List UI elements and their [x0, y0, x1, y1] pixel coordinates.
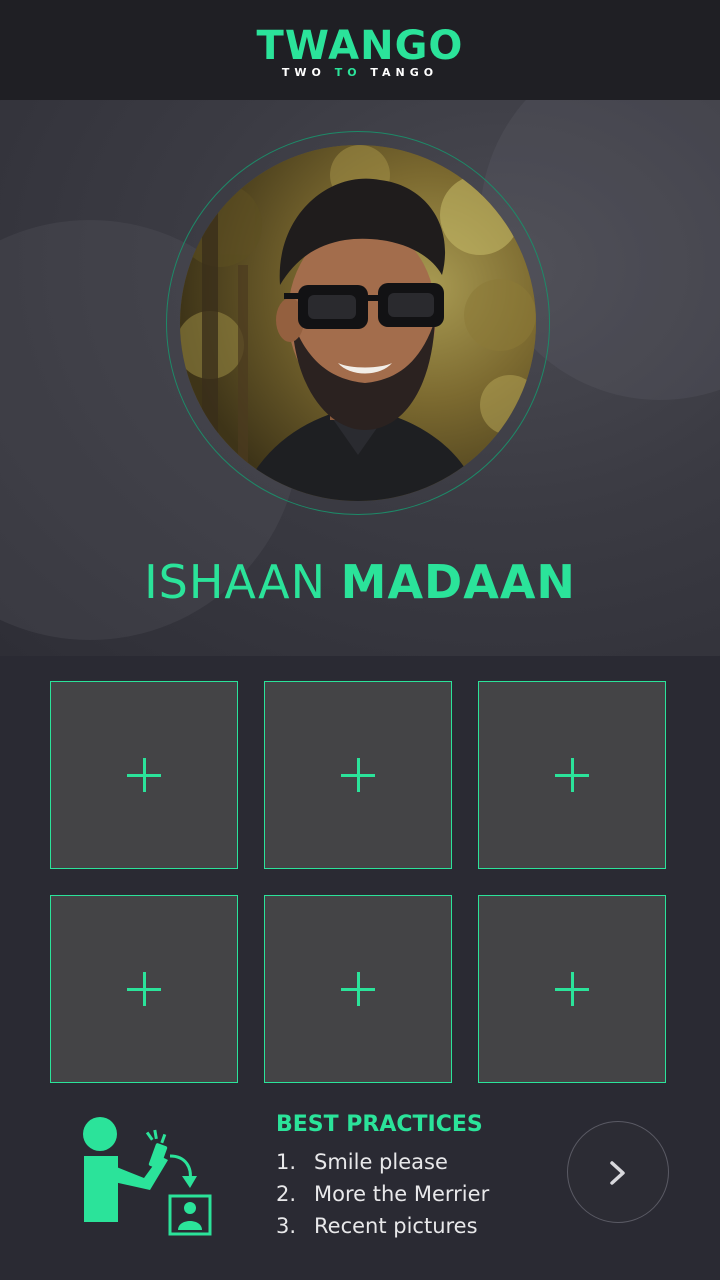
add-photo-slot-4[interactable] [50, 895, 238, 1083]
list-item-number: 1. [276, 1150, 297, 1174]
logo-tagline-mid: TO [334, 66, 362, 79]
logo-tagline-left: TWO [281, 66, 326, 79]
selfie-upload-illustration-icon [83, 1117, 212, 1236]
add-photo-slot-3[interactable] [478, 681, 666, 869]
logo-tagline: TWO TO TANGO [0, 67, 720, 79]
plus-icon [341, 758, 375, 792]
plus-icon [555, 758, 589, 792]
plus-icon [127, 972, 161, 1006]
profile-avatar[interactable] [180, 145, 536, 501]
next-button[interactable] [567, 1121, 669, 1223]
twango-logo: TWANGO TWO TO TANGO [0, 26, 720, 79]
add-photo-slot-2[interactable] [264, 681, 452, 869]
app-screen: TWANGO TWO TO TANGO ISHAAN MADAAN BEST P… [0, 0, 720, 1280]
best-practices-title: BEST PRACTICES [276, 1112, 483, 1137]
profile-name: ISHAAN MADAAN [0, 554, 720, 610]
list-item-text: More the Merrier [314, 1182, 490, 1206]
best-practices-list: 1. Smile please 2. More the Merrier 3. Rece… [276, 1146, 489, 1242]
profile-section: ISHAAN MADAAN [0, 100, 720, 656]
plus-icon [127, 758, 161, 792]
chevron-right-icon [610, 1161, 625, 1185]
list-item-number: 3. [276, 1214, 297, 1238]
add-photo-slot-6[interactable] [478, 895, 666, 1083]
app-header: TWANGO TWO TO TANGO [0, 0, 720, 100]
list-item: 1. Smile please [276, 1146, 489, 1178]
profile-first-name: ISHAAN [144, 555, 327, 609]
logo-title: TWANGO [256, 23, 464, 69]
add-photo-slot-5[interactable] [264, 895, 452, 1083]
profile-last-name: MADAAN [340, 555, 576, 609]
list-item-text: Smile please [314, 1150, 448, 1174]
plus-icon [555, 972, 589, 1006]
list-item-text: Recent pictures [314, 1214, 478, 1238]
logo-tagline-right: TANGO [370, 66, 439, 79]
plus-icon [341, 972, 375, 1006]
avatar-photo [180, 145, 536, 501]
list-item: 3. Recent pictures [276, 1210, 489, 1242]
add-photo-slot-1[interactable] [50, 681, 238, 869]
list-item-number: 2. [276, 1182, 297, 1206]
list-item: 2. More the Merrier [276, 1178, 489, 1210]
